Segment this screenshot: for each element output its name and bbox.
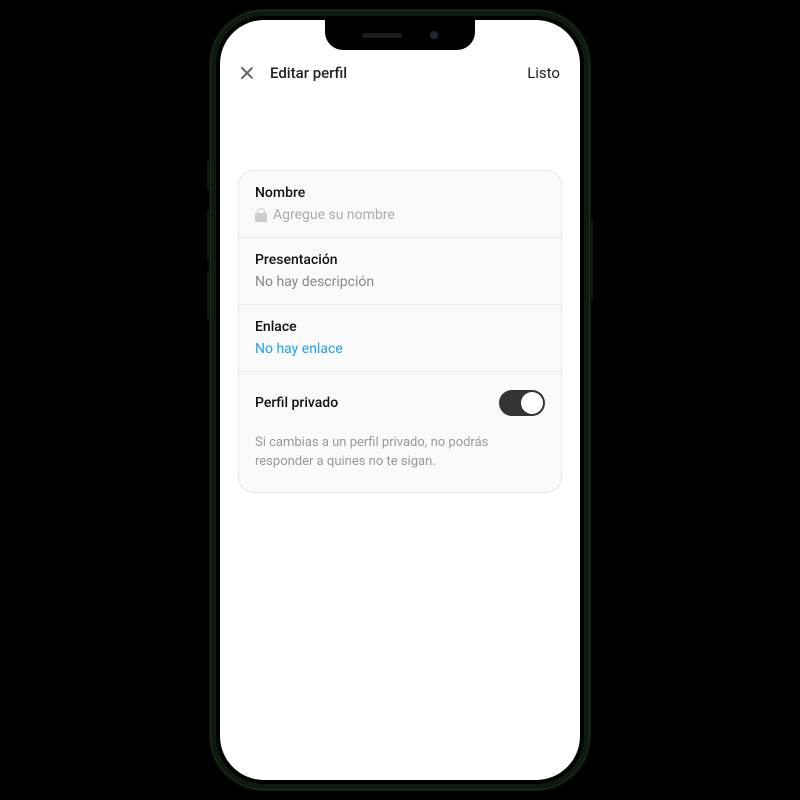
lock-icon <box>255 208 267 222</box>
bio-value: No hay descripción <box>255 274 545 290</box>
private-profile-toggle[interactable] <box>499 390 545 416</box>
phone-volume-up <box>207 210 210 260</box>
done-button[interactable]: Listo <box>527 64 560 82</box>
phone-volume-down <box>207 270 210 320</box>
private-profile-row: Perfil privado <box>239 372 561 428</box>
speaker <box>362 33 402 38</box>
name-row[interactable]: Nombre Agregue su nombre <box>239 171 561 238</box>
phone-silent-switch <box>207 160 210 190</box>
private-profile-label: Perfil privado <box>255 395 338 411</box>
profile-card: Nombre Agregue su nombre Presentación No… <box>238 170 562 493</box>
bio-label: Presentación <box>255 252 545 268</box>
private-profile-helper: Si cambias a un perfil privado, no podrá… <box>239 428 561 492</box>
screen: Editar perfil Listo Nombre Agregue su no… <box>220 20 580 780</box>
name-value: Agregue su nombre <box>255 207 545 223</box>
phone-power-button <box>590 220 593 300</box>
phone-frame: Editar perfil Listo Nombre Agregue su no… <box>210 10 590 790</box>
page-title: Editar perfil <box>270 64 347 82</box>
front-camera <box>430 31 438 39</box>
content-area: Nombre Agregue su nombre Presentación No… <box>220 94 580 780</box>
toggle-knob <box>521 392 543 414</box>
bio-row[interactable]: Presentación No hay descripción <box>239 238 561 305</box>
link-label: Enlace <box>255 319 545 335</box>
link-value: No hay enlace <box>255 341 545 357</box>
name-label: Nombre <box>255 185 545 201</box>
notch <box>325 20 475 50</box>
close-icon[interactable] <box>240 66 254 80</box>
link-row[interactable]: Enlace No hay enlace <box>239 305 561 372</box>
name-placeholder: Agregue su nombre <box>273 207 395 223</box>
header-left: Editar perfil <box>240 64 347 82</box>
